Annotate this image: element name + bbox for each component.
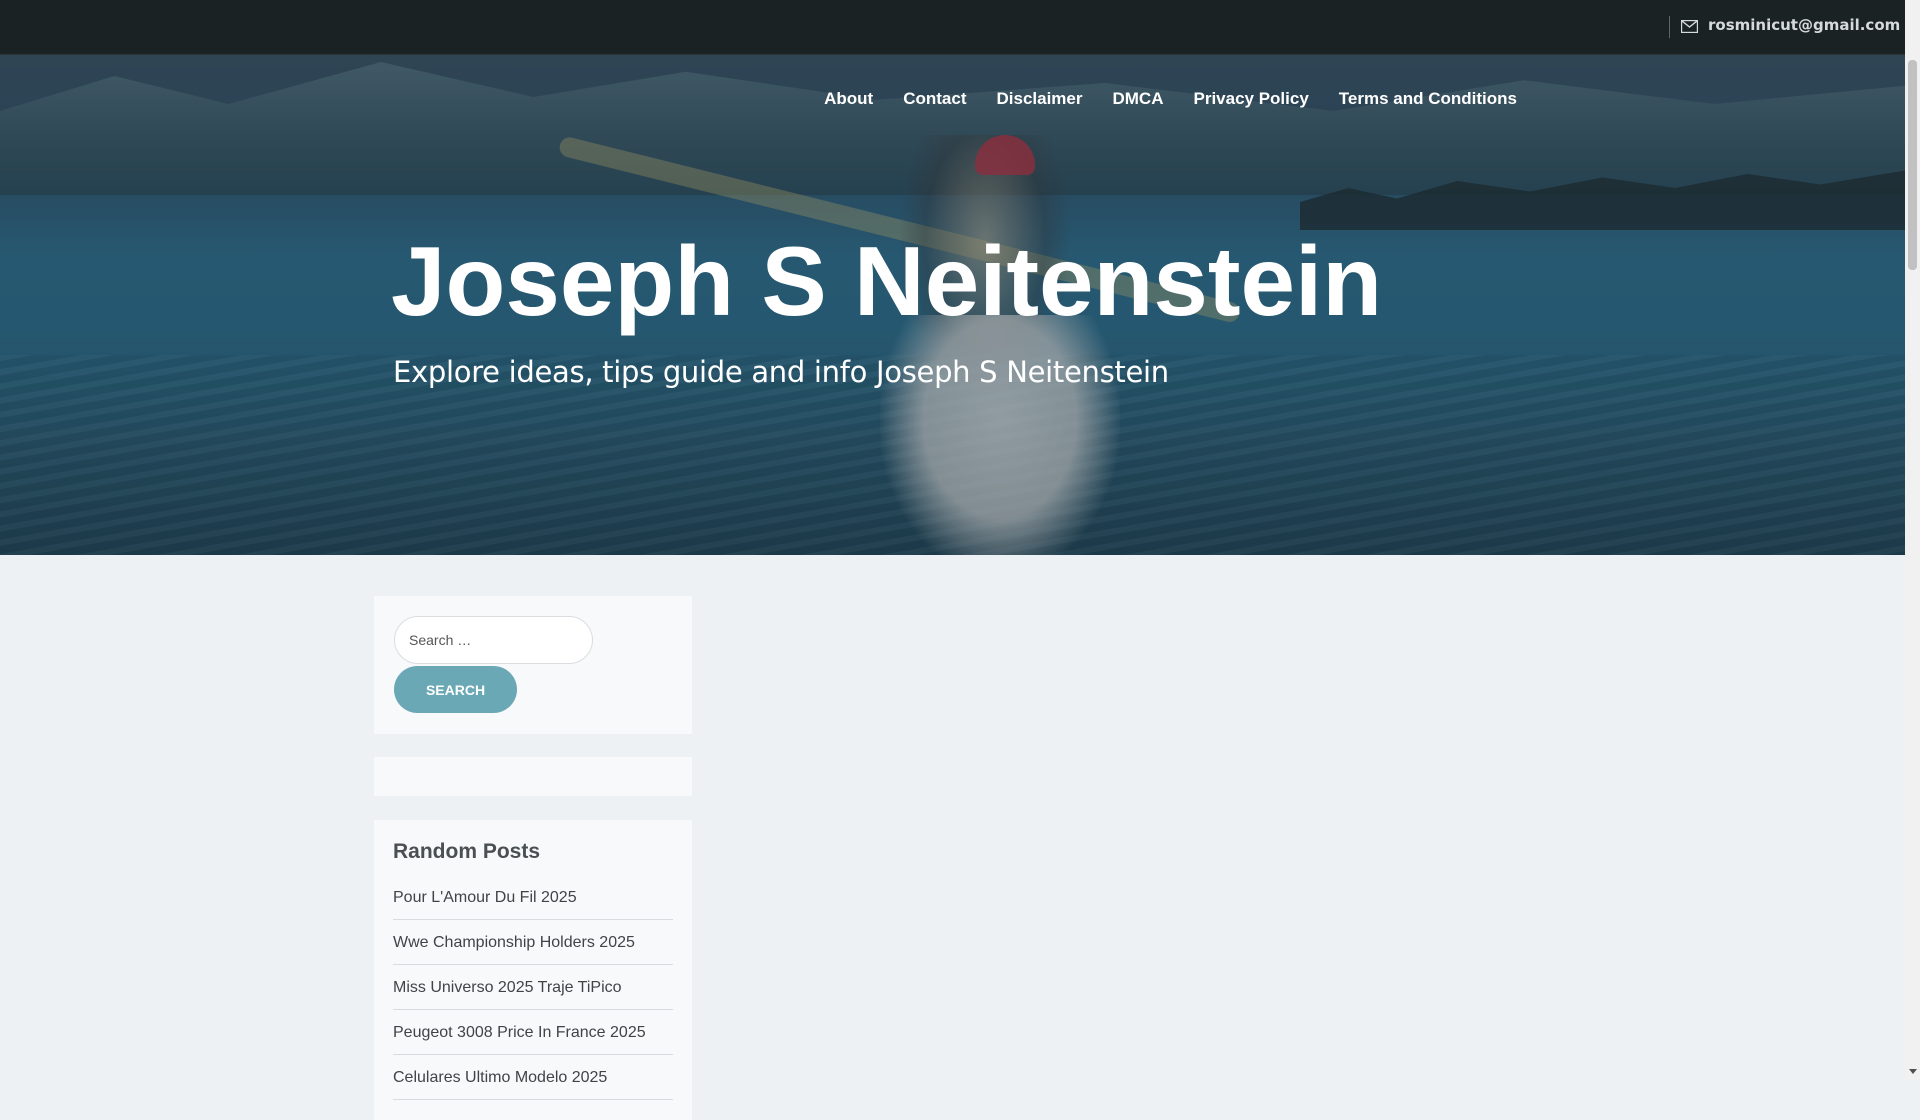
nav-item-about[interactable]: About (824, 89, 873, 109)
page-scrollbar[interactable] (1905, 0, 1920, 1080)
scrollbar-thumb[interactable] (1908, 60, 1917, 270)
list-item[interactable]: Peugeot 3008 Price In France 2025 (393, 1010, 673, 1055)
random-posts-list: Pour L'Amour Du Fil 2025 Wwe Championshi… (393, 884, 673, 1100)
post-link[interactable]: Celulares Ultimo Modelo 2025 (393, 1069, 607, 1086)
search-input[interactable] (394, 616, 593, 664)
contact-email-link[interactable]: rosminicut@gmail.com (1708, 16, 1900, 34)
list-item[interactable]: Pour L'Amour Du Fil 2025 (393, 884, 673, 920)
mail-icon (1681, 20, 1698, 33)
nav-item-disclaimer[interactable]: Disclaimer (996, 89, 1082, 109)
post-link[interactable]: Peugeot 3008 Price In France 2025 (393, 1024, 646, 1041)
random-posts-heading: Random Posts (393, 840, 541, 863)
search-button[interactable]: SEARCH (394, 666, 517, 713)
nav-item-dmca[interactable]: DMCA (1112, 89, 1163, 109)
main-navigation: About Contact Disclaimer DMCA Privacy Po… (794, 89, 1517, 109)
random-posts-widget: Random Posts Pour L'Amour Du Fil 2025 Ww… (374, 820, 692, 1120)
site-title[interactable]: Joseph S Neitenstein (391, 225, 1382, 338)
site-tagline: Explore ideas, tips guide and info Josep… (393, 355, 1169, 389)
empty-widget (374, 757, 692, 796)
scroll-down-arrow-icon[interactable] (1909, 1069, 1917, 1074)
list-item[interactable]: Wwe Championship Holders 2025 (393, 920, 673, 965)
topbar-divider (1669, 16, 1670, 38)
post-link[interactable]: Pour L'Amour Du Fil 2025 (393, 889, 577, 906)
hero-banner: About Contact Disclaimer DMCA Privacy Po… (0, 55, 1905, 555)
list-item[interactable]: Miss Universo 2025 Traje TiPico (393, 965, 673, 1010)
nav-item-terms-and-conditions[interactable]: Terms and Conditions (1339, 89, 1517, 109)
list-item[interactable]: Celulares Ultimo Modelo 2025 (393, 1055, 673, 1100)
nav-item-privacy-policy[interactable]: Privacy Policy (1193, 89, 1308, 109)
post-link[interactable]: Miss Universo 2025 Traje TiPico (393, 979, 622, 996)
top-bar: rosminicut@gmail.com (0, 0, 1905, 55)
post-link[interactable]: Wwe Championship Holders 2025 (393, 934, 635, 951)
nav-item-contact[interactable]: Contact (903, 89, 966, 109)
search-widget: SEARCH (374, 596, 692, 734)
